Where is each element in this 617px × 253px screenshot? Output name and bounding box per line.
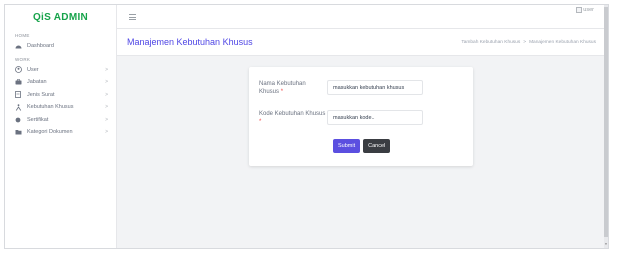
sidebar-item-user[interactable]: User > (5, 64, 116, 77)
breadcrumb-item-current: Manajemen Kebutuhan Khusus (529, 40, 596, 45)
scroll-down-icon[interactable]: ▼ (604, 242, 608, 246)
required-marker: * (280, 89, 284, 95)
chevron-right-icon: > (105, 104, 108, 110)
chevron-right-icon: > (105, 129, 108, 135)
dashboard-icon (14, 42, 22, 50)
chevron-right-icon: > (105, 116, 108, 123)
sidebar-item-label: Kebutuhan Khusus (27, 104, 74, 111)
submit-button[interactable]: Submit (333, 139, 361, 153)
user-avatar-alt: user (583, 7, 594, 13)
sidebar: QiS ADMIN HOME Dashboard WORK User > Jab… (5, 5, 117, 248)
cancel-button[interactable]: Cancel (363, 139, 391, 153)
sidebar-item-jenis-surat[interactable]: Jenis Surat > (5, 89, 116, 102)
field-label: Kode Kebutuhan Khusus * (259, 110, 327, 126)
briefcase-icon (14, 78, 22, 86)
sidebar-item-label: Dashboard (27, 43, 54, 50)
kode-kebutuhan-input[interactable]: masukkan kode.. (327, 110, 423, 125)
menu-toggle-icon[interactable] (129, 14, 136, 20)
topbar: user (117, 5, 608, 29)
form-actions: Submit Cancel (333, 139, 391, 153)
sidebar-item-label: Jabatan (27, 79, 47, 86)
field-label-text: Kode Kebutuhan Khusus (259, 111, 326, 117)
sidebar-section-work: WORK (15, 56, 31, 62)
sidebar-item-label: Sertifikat (27, 116, 49, 123)
sidebar-item-label: Kategori Dokumen (27, 129, 73, 136)
document-icon (14, 91, 22, 99)
folder-icon (14, 128, 22, 136)
user-icon (14, 66, 22, 74)
form-row-kode: Kode Kebutuhan Khusus * masukkan kode.. (259, 110, 423, 126)
field-label: Nama Kebutuhan Khusus * (259, 80, 327, 96)
form-card: Nama Kebutuhan Khusus * masukkan kebutuh… (249, 67, 473, 166)
chevron-right-icon: > (105, 66, 108, 73)
sidebar-item-jabatan[interactable]: Jabatan > (5, 76, 116, 89)
sidebar-item-dashboard[interactable]: Dashboard (5, 40, 116, 53)
scrollbar-thumb[interactable] (604, 7, 608, 237)
breadcrumb-separator: > (523, 40, 527, 45)
page-title: Manajemen Kebutuhan Khusus (127, 37, 253, 47)
brand-logo[interactable]: QiS ADMIN (5, 5, 116, 29)
broken-image-icon (576, 7, 583, 13)
app-window: QiS ADMIN HOME Dashboard WORK User > Jab… (4, 4, 609, 249)
scrollbar[interactable]: ▼ (604, 5, 608, 248)
breadcrumb-item[interactable]: Tambah Kebutuhan Khusus (461, 40, 520, 45)
sidebar-item-label: User (27, 66, 39, 73)
sidebar-item-label: Jenis Surat (27, 91, 55, 98)
chevron-right-icon: > (105, 79, 108, 85)
form-row-nama: Nama Kebutuhan Khusus * masukkan kebutuh… (259, 80, 423, 96)
sidebar-item-kebutuhan-khusus[interactable]: Kebutuhan Khusus > (5, 101, 116, 114)
sidebar-item-kategori-dokumen[interactable]: Kategori Dokumen > (5, 126, 116, 139)
breadcrumb: Tambah Kebutuhan Khusus > Manajemen Kebutu… (461, 40, 596, 45)
chevron-right-icon: > (105, 91, 108, 98)
nama-kebutuhan-input[interactable]: masukkan kebutuhan khusus (327, 80, 423, 95)
user-avatar[interactable]: user (576, 7, 594, 13)
accessibility-icon (14, 103, 22, 111)
required-marker: * (259, 119, 262, 125)
sidebar-item-sertifikat[interactable]: Sertifikat > (5, 114, 116, 127)
certificate-icon (14, 116, 22, 124)
sidebar-section-home: HOME (15, 33, 30, 38)
page-header: Manajemen Kebutuhan Khusus Tambah Kebutu… (117, 29, 608, 56)
